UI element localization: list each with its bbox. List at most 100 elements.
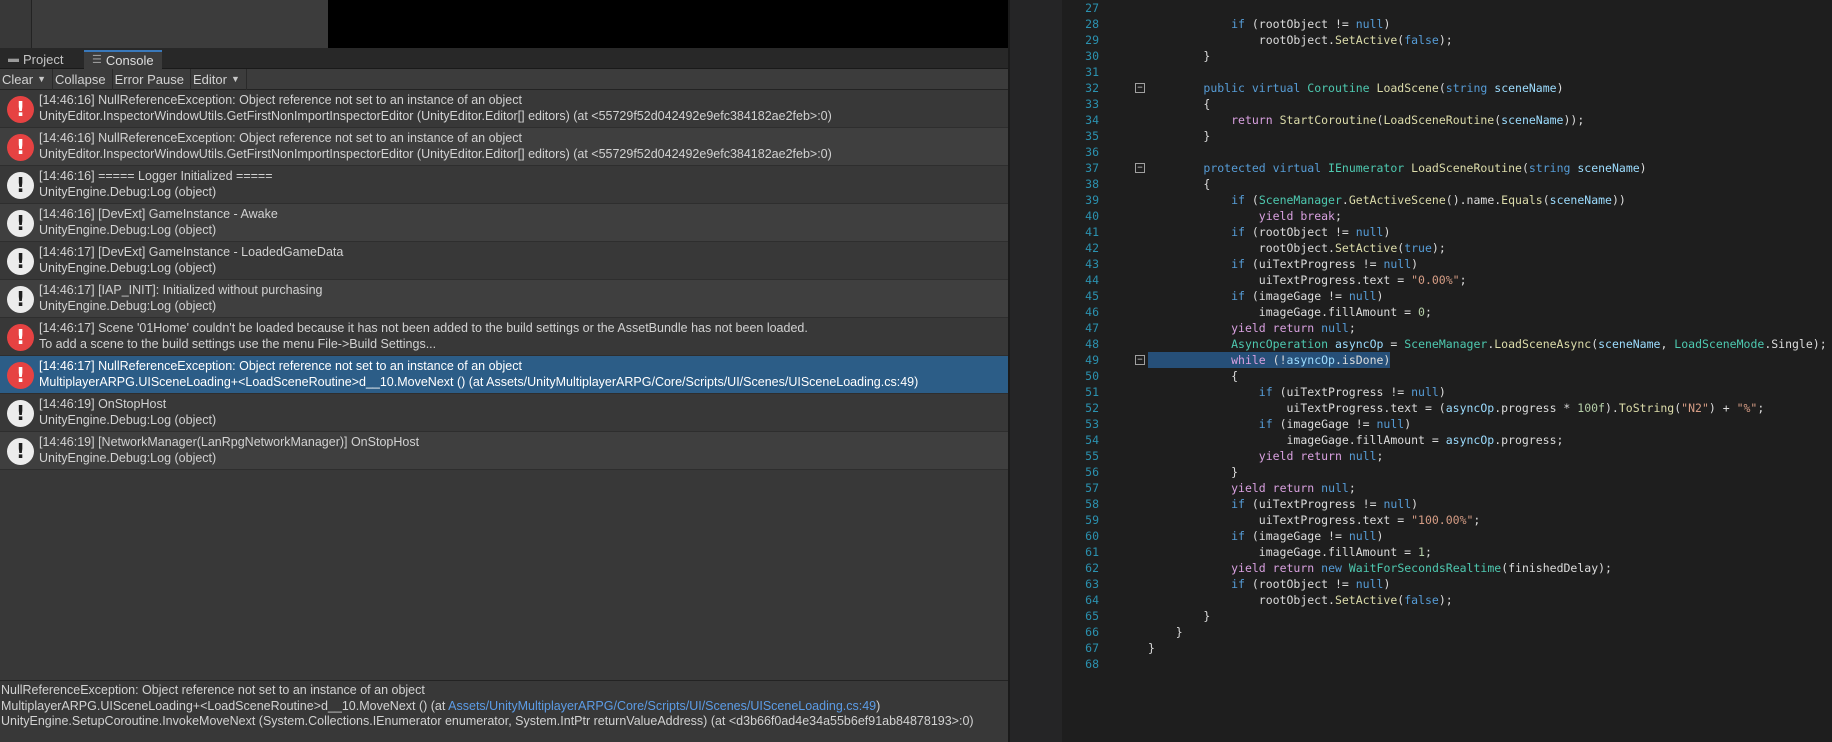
- code-line[interactable]: 38 {: [1062, 176, 1832, 192]
- code-line[interactable]: 67}: [1062, 640, 1832, 656]
- collapse-toggle[interactable]: Collapse: [53, 68, 113, 90]
- code-line[interactable]: 51 if (uiTextProgress != null): [1062, 384, 1832, 400]
- log-entry[interactable]: ! [14:46:17] [IAP_INIT]: Initialized with…: [0, 280, 1008, 318]
- source-link[interactable]: Assets/UnityMultiplayerARPG/Core/Scripts…: [448, 699, 876, 713]
- line-number: 59: [1085, 513, 1099, 527]
- code-text: if (rootObject != null): [1231, 577, 1391, 591]
- tab-console[interactable]: ☰ Console: [84, 50, 162, 69]
- game-view[interactable]: [328, 0, 1008, 48]
- code-text: if (imageGage != null): [1231, 289, 1384, 303]
- code-line[interactable]: 64 rootObject.SetActive(false);: [1062, 592, 1832, 608]
- code-line[interactable]: 34 return StartCoroutine(LoadSceneRoutin…: [1062, 112, 1832, 128]
- log-entry[interactable]: ! [14:46:17] [DevExt] GameInstance - Load…: [0, 242, 1008, 280]
- fold-toggle-icon[interactable]: −: [1135, 163, 1145, 173]
- code-text: uiTextProgress.text = (asyncOp.progress …: [1148, 401, 1765, 415]
- log-entry[interactable]: ! [14:46:19] OnStopHost UnityEngine.Debug:…: [0, 394, 1008, 432]
- code-text: if (rootObject != null): [1231, 17, 1391, 31]
- log-entry[interactable]: ! [14:46:16] [DevExt] GameInstance - Awak…: [0, 204, 1008, 242]
- code-line[interactable]: 61 imageGage.fillAmount = 1;: [1062, 544, 1832, 560]
- code-line[interactable]: 52 uiTextProgress.text = (asyncOp.progre…: [1062, 400, 1832, 416]
- info-icon: !: [7, 172, 34, 199]
- line-number: 30: [1085, 49, 1099, 63]
- code-line[interactable]: 47 yield return null;: [1062, 320, 1832, 336]
- code-line[interactable]: 56 }: [1062, 464, 1832, 480]
- line-number: 47: [1085, 321, 1099, 335]
- code-editor[interactable]: 27 28 if (rootObject != null) 29 rootObjec…: [1010, 0, 1832, 742]
- code-text: rootObject.SetActive(false);: [1148, 593, 1453, 607]
- log-entry[interactable]: ! [14:46:16] NullReferenceException: Obje…: [0, 90, 1008, 128]
- code-text: uiTextProgress.text = "100.00%";: [1148, 513, 1481, 527]
- log-entry[interactable]: ! [14:46:19] [NetworkManager(LanRpgNetwor…: [0, 432, 1008, 470]
- code-line[interactable]: 50 {: [1062, 368, 1832, 384]
- code-line[interactable]: 40 yield break;: [1062, 208, 1832, 224]
- log-stacktrace: UnityEditor.InspectorWindowUtils.GetFirs…: [39, 108, 832, 123]
- code-text: yield return null;: [1231, 481, 1356, 495]
- log-stacktrace: To add a scene to the build settings use…: [39, 336, 437, 351]
- clear-button[interactable]: Clear ▼: [0, 68, 53, 90]
- code-line[interactable]: 28 if (rootObject != null): [1062, 16, 1832, 32]
- code-text: {: [1148, 177, 1211, 191]
- code-line[interactable]: 62 yield return new WaitForSecondsRealti…: [1062, 560, 1832, 576]
- chevron-down-icon[interactable]: ▼: [37, 69, 46, 90]
- code-line[interactable]: 27: [1062, 0, 1832, 16]
- code-line[interactable]: 46 imageGage.fillAmount = 0;: [1062, 304, 1832, 320]
- code-line[interactable]: 37 − protected virtual IEnumerator LoadSc…: [1062, 160, 1832, 176]
- code-line[interactable]: 29 rootObject.SetActive(false);: [1062, 32, 1832, 48]
- error-pause-toggle[interactable]: Error Pause: [113, 68, 191, 90]
- detail-line-1: NullReferenceException: Object reference…: [1, 683, 425, 697]
- fold-toggle-icon[interactable]: −: [1135, 355, 1145, 365]
- line-number: 34: [1085, 113, 1099, 127]
- detail-line-2-suffix: ): [876, 698, 881, 713]
- log-entry[interactable]: ! [14:46:16] NullReferenceException: Obje…: [0, 128, 1008, 166]
- code-line[interactable]: 63 if (rootObject != null): [1062, 576, 1832, 592]
- error-icon: !: [7, 134, 34, 161]
- code-line[interactable]: 60 if (imageGage != null): [1062, 528, 1832, 544]
- code-line[interactable]: 65 }: [1062, 608, 1832, 624]
- log-stacktrace: MultiplayerARPG.UISceneLoading+<LoadScen…: [39, 374, 919, 389]
- line-number: 53: [1085, 417, 1099, 431]
- code-text: }: [1148, 129, 1211, 143]
- log-entry-text: [14:46:16] ===== Logger Initialized ====…: [39, 169, 1004, 200]
- fold-toggle-icon[interactable]: −: [1135, 83, 1145, 93]
- code-text: rootObject.SetActive(false);: [1148, 33, 1453, 47]
- code-line[interactable]: 31: [1062, 64, 1832, 80]
- code-line[interactable]: 49 − while (!asyncOp.isDone): [1062, 352, 1832, 368]
- code-line[interactable]: 48 AsyncOperation asyncOp = SceneManager…: [1062, 336, 1832, 352]
- code-line[interactable]: 32 − public virtual Coroutine LoadScene(s…: [1062, 80, 1832, 96]
- code-line[interactable]: 57 yield return null;: [1062, 480, 1832, 496]
- editor-dropdown[interactable]: Editor ▼: [191, 68, 247, 90]
- line-number: 66: [1085, 625, 1099, 639]
- code-line[interactable]: 43 if (uiTextProgress != null): [1062, 256, 1832, 272]
- line-number: 31: [1085, 65, 1099, 79]
- code-line[interactable]: 41 if (rootObject != null): [1062, 224, 1832, 240]
- code-line[interactable]: 36: [1062, 144, 1832, 160]
- code-line[interactable]: 42 rootObject.SetActive(true);: [1062, 240, 1832, 256]
- tab-project[interactable]: ▬ Project: [0, 50, 71, 69]
- collapse-label: Collapse: [55, 71, 106, 87]
- log-entry-text: [14:46:19] OnStopHost UnityEngine.Debug:L…: [39, 397, 1004, 428]
- log-message: [14:46:17] [DevExt] GameInstance - Loade…: [39, 245, 344, 259]
- detail-line-2: MultiplayerARPG.UISceneLoading+<LoadScen…: [1, 699, 1008, 715]
- log-entry[interactable]: ! [14:46:16] ===== Logger Initialized ===…: [0, 166, 1008, 204]
- log-stacktrace: UnityEngine.Debug:Log (object): [39, 260, 217, 275]
- console-toolbar: Clear ▼ Collapse Error Pause Editor ▼: [0, 68, 1008, 90]
- code-line[interactable]: 59 uiTextProgress.text = "100.00%";: [1062, 512, 1832, 528]
- code-line[interactable]: 44 uiTextProgress.text = "0.00%";: [1062, 272, 1832, 288]
- log-entry[interactable]: ! [14:46:17] Scene '01Home' couldn't be l…: [0, 318, 1008, 356]
- detail-line-2-prefix: MultiplayerARPG.UISceneLoading+<LoadScen…: [1, 698, 449, 713]
- log-entry[interactable]: ! [14:46:17] NullReferenceException: Obje…: [0, 356, 1008, 394]
- code-text: rootObject.SetActive(true);: [1148, 241, 1446, 255]
- code-line[interactable]: 53 if (imageGage != null): [1062, 416, 1832, 432]
- code-line[interactable]: 33 {: [1062, 96, 1832, 112]
- code-line[interactable]: 35 }: [1062, 128, 1832, 144]
- code-line[interactable]: 30 }: [1062, 48, 1832, 64]
- code-line[interactable]: 39 if (SceneManager.GetActiveScene().nam…: [1062, 192, 1832, 208]
- code-line[interactable]: 45 if (imageGage != null): [1062, 288, 1832, 304]
- code-line[interactable]: 54 imageGage.fillAmount = asyncOp.progre…: [1062, 432, 1832, 448]
- line-number: 39: [1085, 193, 1099, 207]
- code-line[interactable]: 58 if (uiTextProgress != null): [1062, 496, 1832, 512]
- code-line[interactable]: 55 yield return null;: [1062, 448, 1832, 464]
- code-line[interactable]: 66 }: [1062, 624, 1832, 640]
- code-line[interactable]: 68: [1062, 656, 1832, 672]
- console-icon: ☰: [92, 54, 102, 66]
